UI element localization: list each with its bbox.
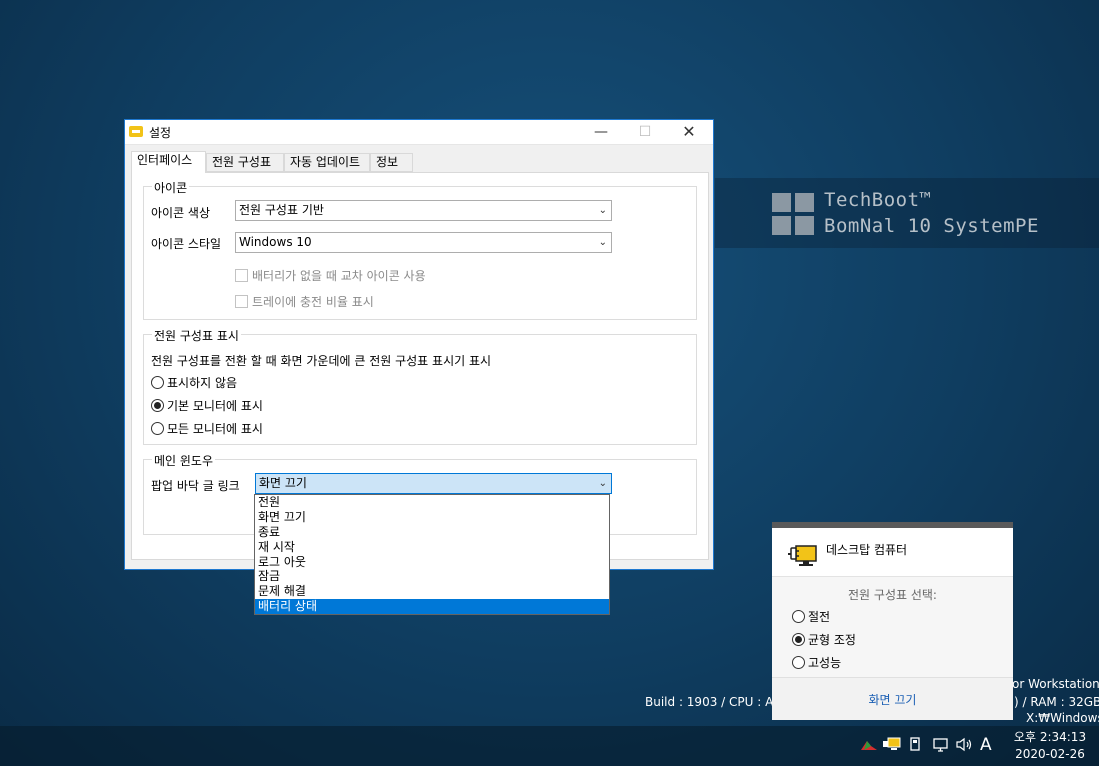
taskbar-clock[interactable]: 오후 2:34:13 2020-02-26 [1005, 729, 1095, 763]
radio-primary-monitor-label: 기본 모니터에 표시 [167, 399, 263, 413]
chevron-down-icon: ⌄ [598, 237, 607, 248]
chevron-down-icon: ⌄ [598, 478, 607, 489]
app-battery-icon [129, 126, 143, 137]
tray-power-icon[interactable] [882, 736, 902, 752]
tray-network-icon[interactable] [932, 737, 950, 752]
tab-interface[interactable]: 인터페이스 [131, 151, 206, 173]
dropdown-item-troubleshoot[interactable]: 문제 해결 [255, 584, 609, 599]
build-info: Build : 1903 / CPU : AM [645, 695, 784, 709]
popup-footer-dropdown: 전원 화면 끄기 종료 재 시작 로그 아웃 잠금 문제 해결 배터리 상태 [254, 494, 610, 615]
dropdown-item-logout[interactable]: 로그 아웃 [255, 555, 609, 570]
dropdown-item-power[interactable]: 전원 [255, 495, 609, 510]
scheme-display-group: 전원 구성표 표시 전원 구성표를 전환 할 때 화면 가운데에 큰 전원 구성… [143, 327, 697, 445]
radio-no-display[interactable]: 표시하지 않음 [151, 374, 237, 391]
power-flyout: 데스크탑 컴퓨터 전원 구성표 선택: 절전 균형 조정 고성능 화면 끄기 [772, 522, 1013, 720]
radio-icon [151, 376, 164, 389]
main-group-title: 메인 윈도우 [152, 452, 216, 469]
flyout-divider [772, 576, 1013, 577]
icon-color-value: 전원 구성표 기반 [239, 203, 324, 217]
titlebar[interactable]: 설정 — ☐ ✕ [125, 120, 713, 145]
radio-selected-icon [792, 633, 805, 646]
flyout-title: 데스크탑 컴퓨터 [826, 543, 908, 557]
icon-style-value: Windows 10 [239, 235, 312, 249]
maximize-button[interactable]: ☐ [623, 120, 667, 144]
icon-style-label: 아이콘 스타일 [151, 237, 222, 251]
scheme-radio-high-performance[interactable]: 고성능 [792, 654, 841, 671]
dropdown-item-lock[interactable]: 잠금 [255, 569, 609, 584]
screen-off-link[interactable]: 화면 끄기 [772, 691, 1013, 708]
icon-group-title: 아이콘 [152, 179, 190, 196]
dropdown-item-shutdown[interactable]: 종료 [255, 525, 609, 540]
checkbox-icon [235, 295, 248, 308]
charge-percent-checkbox-label: 트레이에 충전 비율 표시 [252, 295, 374, 309]
icon-group: 아이콘 아이콘 색상 전원 구성표 기반 ⌄ 아이콘 스타일 Windows 1… [143, 179, 697, 320]
tray-arrow-icon[interactable] [860, 738, 878, 752]
brand-text: TechBoot™ BomNal 10 SystemPE [824, 189, 1039, 237]
popup-footer-value: 화면 끄기 [259, 476, 307, 490]
flyout-footer: 화면 끄기 [772, 677, 1013, 720]
ram-info: ) / RAM : 32GB [1014, 695, 1099, 709]
scheme-radio-power-saver[interactable]: 절전 [792, 608, 830, 625]
techboot-logo-icon [772, 193, 814, 235]
brand-line1: TechBoot™ [824, 189, 932, 211]
radio-icon [792, 610, 805, 623]
dropdown-item-battery-status[interactable]: 배터리 상태 [255, 599, 609, 615]
popup-footer-label: 팝업 바닥 글 링크 [151, 479, 240, 493]
radio-icon [151, 422, 164, 435]
edition-info: or Workstations [1012, 677, 1099, 691]
radio-all-monitors-label: 모든 모니터에 표시 [167, 422, 263, 436]
dropdown-item-restart[interactable]: 재 시작 [255, 540, 609, 555]
close-button[interactable]: ✕ [667, 120, 711, 144]
scheme-radio-balanced[interactable]: 균형 조정 [792, 631, 856, 648]
popup-footer-combo[interactable]: 화면 끄기 ⌄ [255, 473, 612, 494]
icon-style-combo[interactable]: Windows 10 ⌄ [235, 232, 612, 253]
checkbox-icon [235, 269, 248, 282]
scheme-select-caption: 전원 구성표 선택: [848, 588, 937, 602]
path-info: X:₩Windows [1026, 711, 1099, 725]
scheme-radio-balanced-label: 균형 조정 [808, 633, 856, 647]
brand-line2: BomNal 10 SystemPE [824, 215, 1039, 237]
scheme-radio-power-saver-label: 절전 [808, 610, 831, 624]
charge-percent-checkbox[interactable]: 트레이에 충전 비율 표시 [235, 293, 374, 310]
icon-color-label: 아이콘 색상 [151, 206, 211, 220]
ime-indicator[interactable]: A [980, 735, 992, 755]
tray-volume-icon[interactable] [955, 737, 973, 752]
icon-color-combo[interactable]: 전원 구성표 기반 ⌄ [235, 200, 612, 221]
radio-icon [792, 656, 805, 669]
tab-auto-update[interactable]: 자동 업데이트 [284, 153, 370, 172]
radio-all-monitors[interactable]: 모든 모니터에 표시 [151, 420, 263, 437]
scheme-group-title: 전원 구성표 표시 [152, 327, 241, 344]
cross-icon-checkbox-label: 배터리가 없을 때 교차 아이콘 사용 [252, 269, 426, 283]
window-title: 설정 [149, 126, 172, 140]
tab-power-scheme[interactable]: 전원 구성표 [206, 153, 284, 172]
minimize-button[interactable]: — [579, 120, 623, 144]
scheme-radio-high-performance-label: 고성능 [808, 656, 842, 670]
dropdown-item-screen-off[interactable]: 화면 끄기 [255, 510, 609, 525]
scheme-description: 전원 구성표를 전환 할 때 화면 가운데에 큰 전원 구성표 표시기 표시 [151, 354, 492, 368]
chevron-down-icon: ⌄ [598, 205, 607, 216]
radio-no-display-label: 표시하지 않음 [167, 376, 238, 390]
radio-primary-monitor[interactable]: 기본 모니터에 표시 [151, 397, 263, 414]
tray-usb-icon[interactable] [908, 736, 922, 752]
tab-info[interactable]: 정보 [370, 153, 413, 172]
desktop-plug-icon [788, 545, 817, 566]
clock-date: 2020-02-26 [1015, 747, 1085, 761]
clock-time: 오후 2:34:13 [1013, 730, 1087, 744]
radio-selected-icon [151, 399, 164, 412]
flyout-header: 데스크탑 컴퓨터 [772, 528, 1013, 576]
cross-icon-checkbox[interactable]: 배터리가 없을 때 교차 아이콘 사용 [235, 267, 426, 284]
